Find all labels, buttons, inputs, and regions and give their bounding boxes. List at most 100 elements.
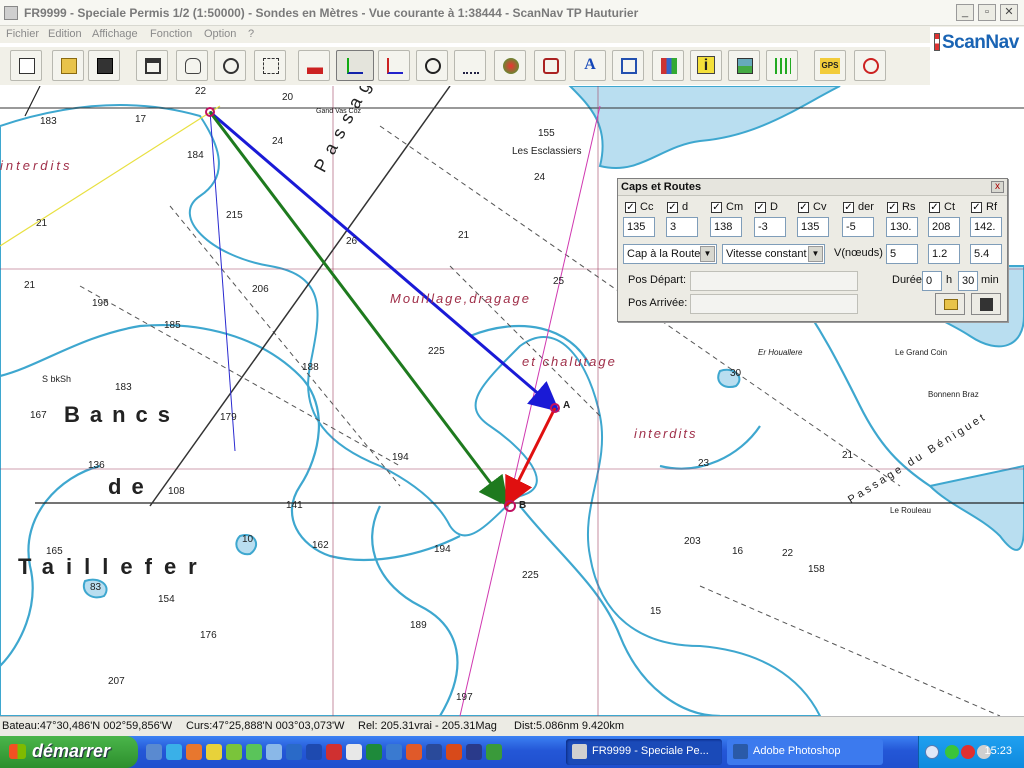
grid-icon (775, 58, 791, 74)
waypoint-icon (543, 58, 559, 74)
start-button[interactable]: démarrer (0, 736, 138, 768)
pos-arrivee-field[interactable] (690, 294, 858, 314)
speed-mode-select[interactable]: Vitesse constant ▼ (722, 244, 825, 264)
checkbox-der[interactable]: ✓ (843, 202, 854, 213)
menu-fichier[interactable]: Fichier (6, 28, 39, 40)
books-button[interactable] (652, 50, 684, 81)
target-button[interactable] (416, 50, 448, 81)
checkbox-rf[interactable]: ✓ (971, 202, 982, 213)
route-green-arrow[interactable] (208, 111, 509, 507)
task-scannav[interactable]: FR9999 - Speciale Pe... (566, 739, 722, 765)
quicklaunch-app3-icon[interactable] (266, 744, 282, 760)
hours-unit: h (946, 274, 953, 286)
resultant-field[interactable]: 5.4 (970, 244, 1002, 264)
quicklaunch-app10-icon[interactable] (426, 744, 442, 760)
checkbox-d[interactable]: ✓ (667, 202, 678, 213)
pan-button[interactable] (176, 50, 208, 81)
image-button[interactable] (728, 50, 760, 81)
quicklaunch-ie-icon[interactable] (166, 744, 182, 760)
network-icon[interactable] (945, 745, 959, 759)
field-cc[interactable]: 135 (623, 217, 655, 237)
field-cm[interactable]: 138 (710, 217, 742, 237)
field-d[interactable]: 3 (666, 217, 698, 237)
label-de: de (108, 474, 154, 499)
clock[interactable]: 15:23 (984, 745, 1012, 757)
quicklaunch-app2-icon[interactable] (246, 744, 262, 760)
track-button[interactable] (454, 50, 486, 81)
checkbox-dd[interactable]: ✓ (755, 202, 766, 213)
open-button[interactable] (52, 50, 84, 81)
mode-select[interactable]: Cap à la Route ▼ (623, 244, 717, 264)
back-arrow-icon[interactable] (925, 745, 939, 759)
speed-field[interactable]: 5 (886, 244, 918, 264)
quicklaunch-firefox-icon[interactable] (186, 744, 202, 760)
dialog-close-button[interactable]: x (991, 181, 1004, 193)
quicklaunch-app11-icon[interactable] (466, 744, 482, 760)
quicklaunch-folder-icon[interactable] (206, 744, 222, 760)
info-icon: i (697, 56, 715, 74)
quicklaunch-desktop-icon[interactable] (146, 744, 162, 760)
info-button[interactable]: i (690, 50, 722, 81)
field-rs[interactable]: 130. (886, 217, 918, 237)
field-cv[interactable]: 135 (797, 217, 829, 237)
quicklaunch-filezilla-icon[interactable] (446, 744, 462, 760)
checkbox-cv[interactable]: ✓ (798, 202, 809, 213)
sounding: 83 (90, 582, 102, 593)
pos-depart-field[interactable] (690, 271, 858, 291)
sounding: 165 (46, 546, 63, 557)
quicklaunch-app6-icon[interactable] (346, 744, 362, 760)
minimize-button[interactable]: _ (956, 4, 974, 21)
field-rf[interactable]: 142. (970, 217, 1002, 237)
quicklaunch-app5-icon[interactable] (326, 744, 342, 760)
quicklaunch-excel-icon[interactable] (486, 744, 502, 760)
grid-button[interactable] (766, 50, 798, 81)
quicklaunch-word-icon[interactable] (306, 744, 322, 760)
save-route-button[interactable] (971, 293, 1001, 315)
quicklaunch-app-icon[interactable] (226, 744, 242, 760)
layers-button[interactable] (612, 50, 644, 81)
text-tool-button[interactable]: A (574, 50, 606, 81)
home-button[interactable] (136, 50, 168, 81)
dashed-rect-icon (263, 58, 279, 74)
route-red-arrow[interactable] (505, 407, 557, 508)
open-route-button[interactable] (935, 293, 965, 315)
security-icon[interactable] (961, 745, 975, 759)
palette-button[interactable] (494, 50, 526, 81)
task-photoshop[interactable]: Adobe Photoshop (727, 739, 883, 765)
quicklaunch-app4-icon[interactable] (286, 744, 302, 760)
checkbox-cm[interactable]: ✓ (711, 202, 722, 213)
checkbox-rs[interactable]: ✓ (887, 202, 898, 213)
dash-2 (79, 285, 401, 467)
quicklaunch-app7-icon[interactable] (366, 744, 382, 760)
route-blue-arrow[interactable] (209, 110, 560, 412)
boat-button[interactable] (298, 50, 330, 81)
select-area-button[interactable] (254, 50, 286, 81)
menu-help[interactable]: ? (248, 28, 254, 40)
field-dd[interactable]: -3 (754, 217, 786, 237)
app-icon[interactable] (4, 6, 18, 20)
current-field[interactable]: 1.2 (928, 244, 960, 264)
compass-button[interactable] (854, 50, 886, 81)
menu-edition[interactable]: Edition (48, 28, 82, 40)
route-tool-button[interactable] (336, 50, 374, 81)
maximize-button[interactable]: ▫ (978, 4, 996, 21)
quicklaunch-app8-icon[interactable] (386, 744, 402, 760)
gps-button[interactable]: GPS (814, 50, 846, 81)
quicklaunch-app9-icon[interactable] (406, 744, 422, 760)
field-ct[interactable]: 208 (928, 217, 960, 237)
checkbox-cc[interactable]: ✓ (625, 202, 636, 213)
save-button[interactable] (88, 50, 120, 81)
minutes-field[interactable]: 30 (958, 271, 978, 291)
close-window-button[interactable]: ✕ (1000, 4, 1018, 21)
menu-affichage[interactable]: Affichage (92, 28, 138, 40)
hours-field[interactable]: 0 (922, 271, 942, 291)
new-button[interactable] (10, 50, 42, 81)
waypoint-button[interactable] (534, 50, 566, 81)
speed-label: V(nœuds) (834, 247, 883, 259)
field-der[interactable]: -5 (842, 217, 874, 237)
bearing-button[interactable] (378, 50, 410, 81)
zoom-button[interactable] (214, 50, 246, 81)
menu-fonction[interactable]: Fonction (150, 28, 192, 40)
menu-option[interactable]: Option (204, 28, 236, 40)
checkbox-ct[interactable]: ✓ (929, 202, 940, 213)
